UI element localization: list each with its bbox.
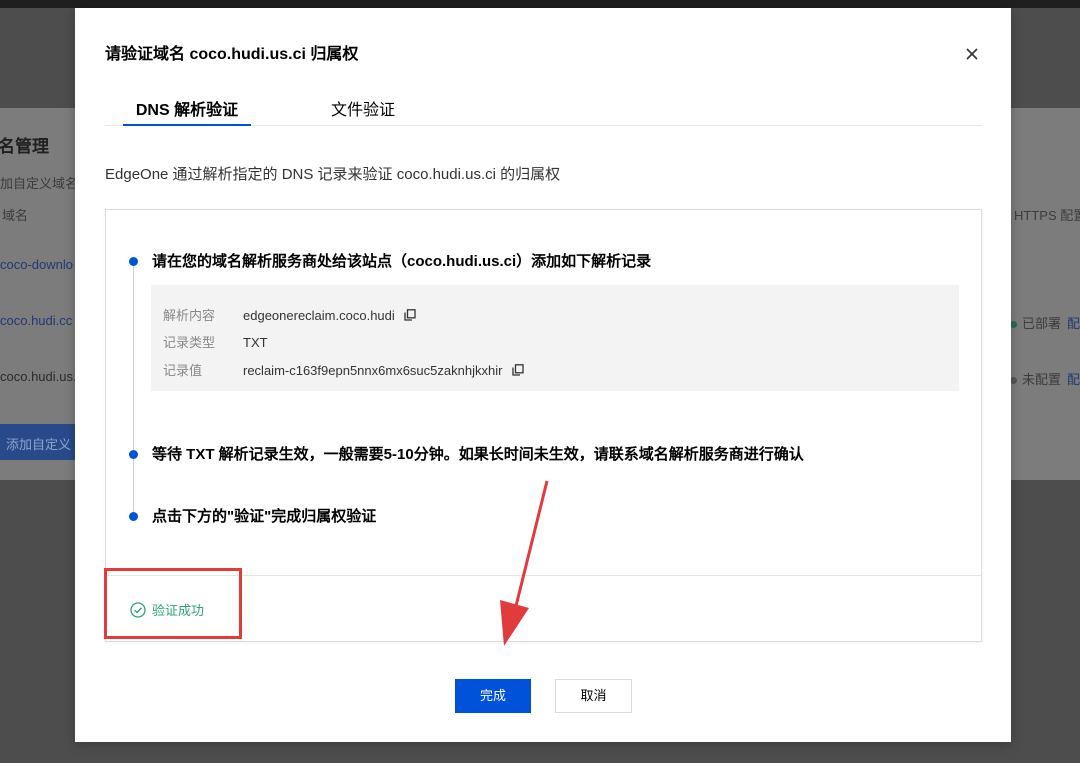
step-dot bbox=[129, 257, 138, 266]
tab-file-verification[interactable]: 文件验证 bbox=[331, 96, 395, 126]
background-status-deployed: 已部署配 bbox=[1010, 313, 1080, 332]
timeline-line bbox=[133, 260, 134, 516]
verify-ownership-dialog: 请验证域名 coco.hudi.us.ci 归属权 DNS 解析验证 文件验证 … bbox=[75, 8, 1011, 742]
step-3-text: 点击下方的"验证"完成归属权验证 bbox=[152, 508, 377, 525]
record-host-value: edgeonereclaim.coco.hudi bbox=[243, 308, 395, 323]
background-add-button-label: 添加自定义 bbox=[6, 437, 72, 452]
background-row-domain: coco-downlo bbox=[0, 257, 73, 272]
copy-icon[interactable] bbox=[404, 309, 417, 321]
background-right-column-header: HTTPS 配置 bbox=[1014, 208, 1080, 223]
status-dot bbox=[1010, 377, 1017, 385]
cancel-button[interactable]: 取消 bbox=[555, 679, 632, 713]
status-link: 配 bbox=[1067, 372, 1080, 387]
record-host-row: 解析内容 edgeonereclaim.coco.hudi bbox=[163, 305, 417, 324]
dialog-title: 请验证域名 coco.hudi.us.ci 归属权 bbox=[105, 46, 359, 63]
highlight-annotation-box bbox=[104, 568, 242, 639]
step-dot bbox=[129, 512, 138, 521]
verification-description: EdgeOne 通过解析指定的 DNS 记录来验证 coco.hudi.us.c… bbox=[105, 166, 561, 183]
close-icon[interactable] bbox=[960, 42, 984, 66]
verification-steps-panel: 请在您的域名解析服务商处给该站点（coco.hudi.us.ci）添加如下解析记… bbox=[104, 209, 982, 642]
background-status-unconfigured: 未配置配 bbox=[1010, 369, 1080, 388]
status-label: 未配置 bbox=[1022, 372, 1062, 387]
record-host-label: 解析内容 bbox=[163, 308, 216, 323]
tab-dns-verification[interactable]: DNS 解析验证 bbox=[123, 96, 251, 126]
record-value-label: 记录值 bbox=[163, 363, 203, 378]
status-link: 配 bbox=[1067, 316, 1080, 331]
record-type-value: TXT bbox=[243, 335, 268, 350]
step-dot bbox=[129, 450, 138, 459]
background-subtitle: 加自定义域名 bbox=[0, 176, 79, 191]
background-row-domain: coco.hudi.us. bbox=[0, 369, 77, 384]
background-topbar bbox=[0, 0, 1080, 8]
step-2-text: 等待 TXT 解析记录生效，一般需要5-10分钟。如果长时间未生效，请联系域名解… bbox=[152, 446, 804, 463]
record-value-value: reclaim-c163f9epn5nnx6mx6suc5zaknhjkxhir bbox=[243, 363, 503, 378]
status-label: 已部署 bbox=[1022, 316, 1062, 331]
done-button[interactable]: 完成 bbox=[455, 679, 531, 713]
record-value-row: 记录值 reclaim-c163f9epn5nnx6mx6suc5zaknhjkx… bbox=[163, 360, 524, 379]
record-type-row: 记录类型 TXT bbox=[163, 332, 268, 351]
background-add-button: 添加自定义 bbox=[0, 424, 76, 460]
background-row-domain: coco.hudi.cc bbox=[0, 313, 73, 328]
verify-method-tabs: DNS 解析验证 文件验证 bbox=[105, 90, 982, 126]
status-dot bbox=[1010, 321, 1017, 329]
dns-record-box: 解析内容 edgeonereclaim.coco.hudi 记录类型 TXT 记录值… bbox=[151, 285, 959, 391]
record-type-label: 记录类型 bbox=[163, 335, 216, 350]
step-1-text: 请在您的域名解析服务商处给该站点（coco.hudi.us.ci）添加如下解析记… bbox=[152, 253, 652, 270]
copy-icon[interactable] bbox=[512, 364, 524, 376]
background-page-title: 名管理 bbox=[0, 137, 49, 156]
background-column-header: 域名 bbox=[2, 208, 29, 223]
